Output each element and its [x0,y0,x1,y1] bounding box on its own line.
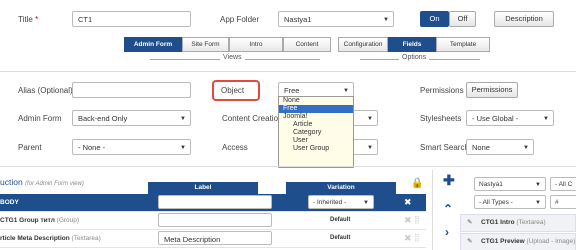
add-icon[interactable]: ✚ [443,172,455,189]
stylesheets-select[interactable]: - Use Global - ▼ [466,110,554,126]
body-variation-select[interactable]: - Inherited - ▼ [308,195,374,209]
object-option-free[interactable]: Free [279,105,353,113]
variation-column-header: Variation [286,182,396,194]
row-name: CTG1 Group титл (Group) [0,217,80,224]
chevron-down-icon: ▼ [543,116,549,122]
table-row: CTG1 Group титл (Group) Default ✖ ⣿ [0,212,426,230]
chevron-down-icon: ▼ [367,116,373,122]
tab-template[interactable]: Template [436,37,490,52]
close-icon[interactable]: ✖ [404,197,412,208]
body-label-input[interactable] [158,195,272,209]
table-row-body: BODY - Inherited - ▼ ✖ [0,194,426,212]
number-filter-select[interactable]: # [550,195,576,209]
content-creation-label: Content Creation [222,114,283,123]
title-label: Title * [18,15,39,24]
alias-input[interactable] [72,82,191,98]
chevron-right-icon[interactable]: › [445,225,449,239]
stylesheets-label: Stylesheets [420,114,462,123]
app-folder-select[interactable]: Nastya1 ▼ [278,11,394,27]
panel-divider [432,170,433,250]
tab-content[interactable]: Content [283,37,331,52]
off-toggle-button[interactable]: Off [449,11,476,27]
close-icon[interactable]: ✖ [404,233,412,244]
views-caption: Views [220,54,245,61]
tab-site-form[interactable]: Site Form [182,37,229,52]
row-variation: Default [330,217,351,223]
permissions-button[interactable]: Permissions [466,82,518,98]
row-label-input[interactable] [158,213,272,227]
object-option-category[interactable]: Category [279,129,353,137]
row-label-input[interactable]: Meta Description [158,231,272,245]
smart-search-select[interactable]: None ▼ [466,139,534,155]
row-name: rticle Meta Description (Textarea) [0,235,101,242]
drag-handle-icon[interactable]: ⣿ [414,233,420,242]
drag-handle-icon[interactable]: ⣿ [414,215,420,224]
chevron-down-icon: ▼ [535,182,541,188]
admin-form-select[interactable]: Back-end Only ▼ [72,110,191,126]
app-folder-label: App Folder [220,15,260,24]
section-title: uction (for Admin Form view) [0,177,84,187]
title-input[interactable]: CT1 [72,11,191,27]
tab-fields[interactable]: Fields [388,37,436,52]
chevron-down-icon: ▼ [383,17,389,23]
table-row: rticle Meta Description (Textarea) Meta … [0,230,426,248]
chevron-down-icon: ▼ [535,200,541,206]
parent-label: Parent [18,143,42,152]
object-dropdown-list[interactable]: None Free Joomla! Article Category User … [278,96,354,168]
chevron-down-icon: ▼ [367,145,373,151]
folder-filter-select[interactable]: Nastya1 ▼ [474,177,546,191]
body-label: BODY [0,199,19,206]
lock-icon[interactable]: 🔒 [411,178,423,189]
row-variation: Default [330,235,351,241]
object-option-joomla[interactable]: Joomla! [279,113,353,121]
on-toggle-button[interactable]: On [420,11,449,27]
label-column-header: Label [148,182,258,194]
category-filter-select[interactable]: - All C [550,177,576,191]
permissions-label: Permissions [420,86,464,95]
content-type-editor: Title * CT1 App Folder Nastya1 ▼ On Off D… [0,0,576,250]
object-option-none[interactable]: None [279,97,353,105]
alias-label: Alias (Optional) [18,86,73,95]
tab-configuration[interactable]: Configuration [338,37,388,52]
description-button[interactable]: Description [494,11,554,27]
field-list-item[interactable]: ✎ CTG1 Intro (Textarea) [460,214,576,232]
chevron-down-icon: ▼ [180,116,186,122]
edit-icon[interactable]: ✎ [467,234,472,250]
chevron-up-icon[interactable]: ⌃ [443,202,453,216]
divider [0,166,576,167]
smart-search-label: Smart Search [420,143,469,152]
chevron-down-icon: ▼ [343,88,349,94]
tab-admin-form[interactable]: Admin Form [124,37,182,52]
chevron-down-icon: ▼ [363,200,369,206]
options-caption: Options [399,54,430,61]
object-highlight [212,80,260,101]
object-option-user-group[interactable]: User Group [279,145,353,153]
chevron-down-icon: ▼ [180,145,186,151]
tab-intro[interactable]: Intro [229,37,283,52]
parent-select[interactable]: - None - ▼ [72,139,191,155]
chevron-down-icon: ▼ [523,145,529,151]
edit-icon[interactable]: ✎ [467,215,472,231]
object-option-article[interactable]: Article [279,121,353,129]
type-filter-select[interactable]: - All Types - ▼ [474,195,546,209]
admin-form-label: Admin Form [18,114,62,123]
divider [0,71,576,72]
close-icon[interactable]: ✖ [404,215,412,226]
object-option-user[interactable]: User [279,137,353,145]
access-label: Access [222,143,248,152]
field-list-item[interactable]: ✎ CTG1 Preview (Upload - Image) [460,233,576,250]
